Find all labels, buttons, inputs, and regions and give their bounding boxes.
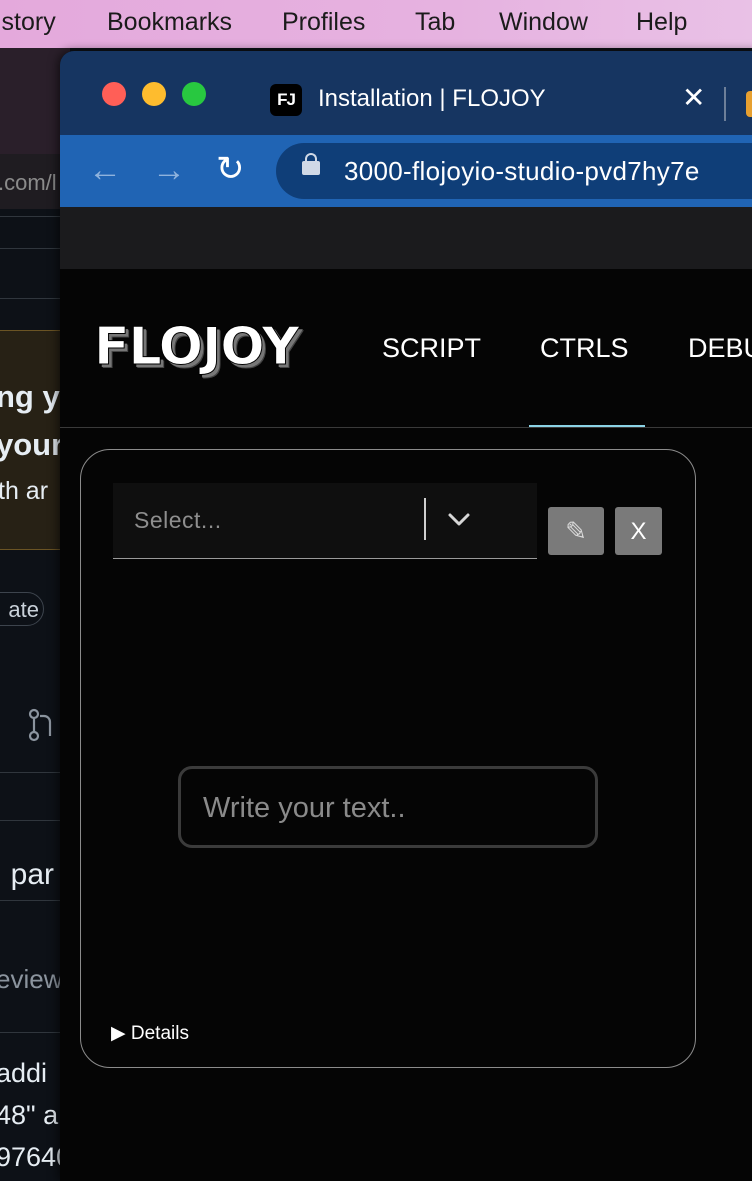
forward-arrow-icon[interactable]: → [152, 151, 186, 190]
browser-toolbar: ← → ↻ 3000-flojoyio-studio-pvd7hy7e [60, 135, 752, 207]
background-pill-button[interactable]: ate [0, 592, 44, 626]
chevron-down-icon[interactable] [446, 507, 472, 533]
close-window-button[interactable] [102, 82, 126, 106]
next-tab-favicon-icon[interactable] [746, 91, 752, 117]
select-placeholder: Select... [134, 507, 222, 533]
background-text: eview [0, 964, 63, 994]
maximize-window-button[interactable] [182, 82, 206, 106]
background-url-text: .com/l [0, 170, 57, 195]
control-select-dropdown[interactable]: Select... [113, 483, 537, 559]
remove-control-button[interactable]: X [615, 507, 662, 555]
back-arrow-icon[interactable]: ← [88, 151, 122, 190]
tab-close-icon[interactable]: ✕ [682, 81, 705, 114]
tab-ctrls[interactable]: CTRLS [540, 333, 629, 364]
address-bar[interactable]: 3000-flojoyio-studio-pvd7hy7e [276, 143, 752, 199]
tab-title[interactable]: Installation | FLOJOY [318, 85, 546, 113]
details-toggle[interactable]: ▶ Details [111, 1022, 189, 1045]
macos-menubar: istory Bookmarks Profiles Tab Window Hel… [0, 0, 752, 48]
banner-line: th ar [0, 477, 49, 505]
pull-request-icon [28, 708, 52, 742]
flojoy-favicon-icon: FJ [270, 84, 302, 116]
menu-tab[interactable]: Tab [415, 8, 455, 37]
flojoy-logo[interactable]: FLOJOY [93, 317, 299, 378]
control-card: Select... ✎ X ▶ Details [80, 449, 696, 1068]
tab-debug[interactable]: DEBU [688, 333, 752, 364]
minimize-window-button[interactable] [142, 82, 166, 106]
nav-divider [60, 427, 752, 428]
background-text: 48" a [0, 1100, 59, 1130]
menu-profiles[interactable]: Profiles [282, 8, 365, 37]
bookmarks-bar [60, 207, 752, 269]
banner-line: your [0, 427, 64, 462]
lock-icon[interactable] [302, 153, 320, 175]
text-input[interactable] [201, 783, 575, 833]
reload-icon[interactable]: ↻ [216, 149, 245, 189]
edit-pencil-button[interactable]: ✎ [548, 507, 604, 555]
tab-strip: FJ Installation | FLOJOY ✕ [60, 51, 752, 135]
menu-history[interactable]: istory [0, 8, 56, 37]
menu-help[interactable]: Help [636, 8, 687, 37]
background-text: . par [0, 858, 55, 891]
tab-script[interactable]: SCRIPT [382, 333, 481, 364]
menu-window[interactable]: Window [499, 8, 588, 37]
flojoy-app: FLOJOY SCRIPT CTRLS DEBU Select... ✎ X ▶… [60, 269, 752, 1181]
menu-bookmarks[interactable]: Bookmarks [107, 8, 232, 37]
text-input-box[interactable] [178, 766, 598, 848]
url-text[interactable]: 3000-flojoyio-studio-pvd7hy7e [344, 156, 700, 187]
tab-separator [724, 87, 726, 121]
background-text: addi [0, 1058, 48, 1088]
select-separator [424, 498, 426, 540]
browser-window: FJ Installation | FLOJOY ✕ ← → ↻ 3000-fl… [60, 51, 752, 1181]
